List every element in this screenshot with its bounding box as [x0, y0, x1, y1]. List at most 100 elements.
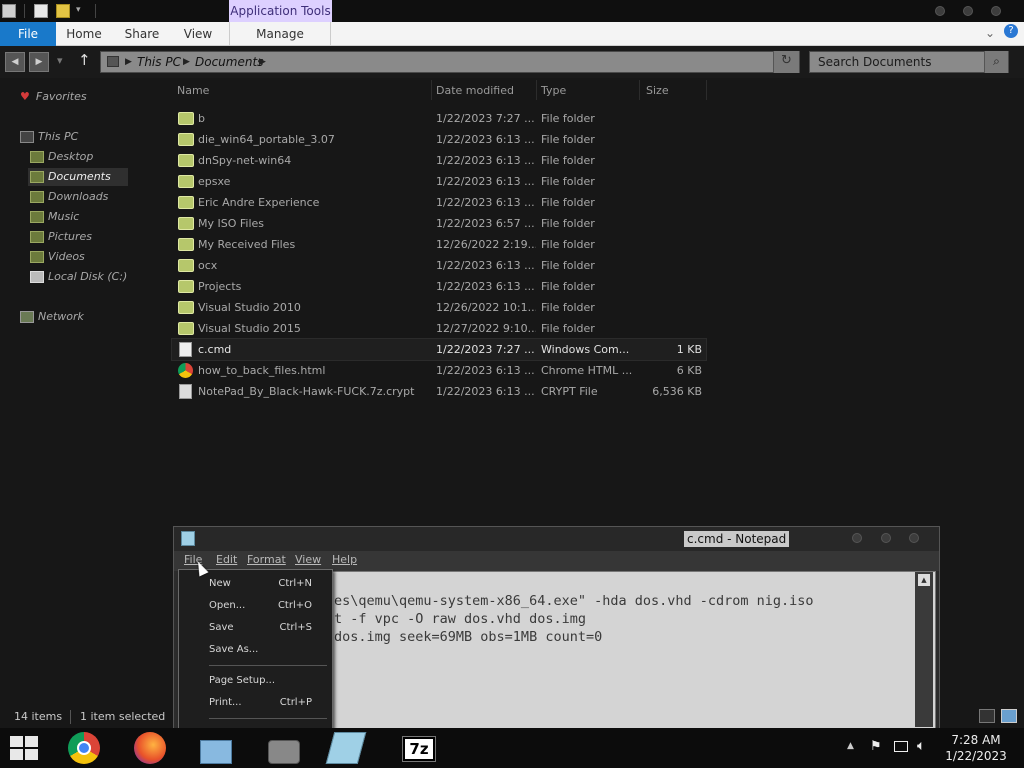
quick-access-dropdown-icon[interactable]: ▾ [76, 5, 81, 15]
tab-view[interactable]: View [176, 22, 220, 46]
show-hidden-icons-icon[interactable]: ▲ [847, 741, 854, 751]
list-item[interactable]: Visual Studio 2010 12/26/2022 10:1... File… [172, 297, 706, 318]
sidebar-item-desktop[interactable]: Desktop [28, 148, 128, 166]
menu-edit[interactable]: Edit [216, 553, 237, 566]
start-button[interactable] [10, 736, 38, 760]
up-arrow-icon[interactable]: ↑ [78, 51, 91, 69]
list-item[interactable]: Visual Studio 2015 12/27/2022 9:10... File… [172, 318, 706, 339]
file-name: Visual Studio 2010 [198, 301, 301, 314]
file-explorer-taskbar-icon[interactable] [200, 740, 232, 764]
sidebar-item-pictures[interactable]: Pictures [28, 228, 128, 246]
file-date: 12/27/2022 9:10... [436, 322, 536, 335]
file-name: dnSpy-net-win64 [198, 154, 292, 167]
list-item[interactable]: epsxe 1/22/2023 6:13 ... File folder [172, 171, 706, 192]
file-date: 12/26/2022 2:19... [436, 238, 536, 251]
back-button[interactable]: ◀ [5, 52, 25, 72]
tab-share[interactable]: Share [120, 22, 164, 46]
clock[interactable]: 7:28 AM 1/22/2023 [940, 732, 1012, 764]
file-size: 6 KB [676, 364, 702, 377]
column-header-type[interactable]: Type [541, 82, 631, 100]
list-item[interactable]: Projects 1/22/2023 6:13 ... File folder [172, 276, 706, 297]
search-input[interactable]: Search Documents ⌕ [809, 51, 1009, 73]
list-item[interactable]: Eric Andre Experience 1/22/2023 6:13 ... F… [172, 192, 706, 213]
refresh-icon[interactable]: ↻ [773, 51, 799, 73]
menu-view[interactable]: View [295, 553, 321, 566]
divider [536, 80, 537, 100]
scroll-up-icon[interactable]: ▲ [918, 574, 930, 586]
notepad-minimize-button[interactable] [852, 533, 862, 543]
properties-icon[interactable] [34, 4, 48, 18]
tab-file[interactable]: File [0, 22, 56, 46]
tab-manage[interactable]: Manage [250, 22, 310, 46]
column-header-name[interactable]: Name [177, 82, 417, 100]
menu-item-page-setup[interactable]: Page Setup... [179, 670, 332, 692]
7zip-taskbar-icon[interactable]: 7z [402, 736, 436, 762]
minimize-button[interactable] [935, 6, 945, 16]
column-header-date[interactable]: Date modified [436, 82, 536, 100]
notepad-taskbar-icon[interactable] [325, 732, 367, 764]
close-button[interactable] [991, 6, 1001, 16]
volume-icon[interactable]: 🔈︎ [917, 738, 925, 754]
menu-item-shortcut: Ctrl+N [278, 578, 312, 589]
file-name: Visual Studio 2015 [198, 322, 301, 335]
file-name: My Received Files [198, 238, 296, 251]
list-item[interactable]: die_win64_portable_3.07 1/22/2023 6:13 ..… [172, 129, 706, 150]
list-item[interactable]: My ISO Files 1/22/2023 6:57 ... File folde… [172, 213, 706, 234]
list-item[interactable]: ocx 1/22/2023 6:13 ... File folder [172, 255, 706, 276]
help-icon[interactable]: ? [1004, 24, 1018, 38]
list-item-selected[interactable]: c.cmd 1/22/2023 7:27 ... Windows Com... 1 K… [171, 338, 707, 361]
firefox-taskbar-icon[interactable] [134, 732, 166, 764]
large-icons-view-icon[interactable] [1001, 709, 1017, 723]
downloads-folder-icon [30, 191, 44, 203]
network-tray-icon[interactable] [894, 741, 908, 752]
details-view-icon[interactable] [979, 709, 995, 723]
menu-format[interactable]: Format [247, 553, 286, 566]
sidebar-item-local-disk[interactable]: Local Disk (C:) [28, 268, 138, 286]
sidebar-item-favorites[interactable]: ♥ Favorites [20, 88, 87, 106]
menu-item-new[interactable]: New Ctrl+N [179, 573, 332, 595]
menu-item-save[interactable]: Save Ctrl+S [179, 617, 332, 639]
action-center-flag-icon[interactable]: ⚑ [870, 739, 882, 754]
expand-ribbon-icon[interactable]: ⌄ [985, 26, 995, 40]
recent-locations-icon[interactable]: ▾ [57, 54, 63, 67]
list-item[interactable]: how_to_back_files.html 1/22/2023 6:13 ...… [172, 360, 706, 381]
new-folder-icon[interactable] [56, 4, 70, 18]
breadcrumb-this-pc[interactable]: This PC [137, 52, 181, 72]
explorer-app-icon[interactable] [2, 4, 16, 18]
folder-icon [178, 301, 194, 314]
sidebar-item-music[interactable]: Music [28, 208, 128, 226]
sidebar-item-downloads[interactable]: Downloads [28, 188, 128, 206]
menu-item-label: Print... [209, 697, 242, 708]
list-item[interactable]: NotePad_By_Black-Hawk-FUCK.7z.crypt 1/22/… [172, 381, 706, 402]
tab-home[interactable]: Home [62, 22, 106, 46]
cmd-file-icon [179, 342, 192, 357]
file-type: File folder [541, 217, 595, 230]
address-bar[interactable]: ▶ This PC ▶ Documents ▶ ↻ [100, 51, 800, 73]
folder-icon [178, 196, 194, 209]
notepad-maximize-button[interactable] [881, 533, 891, 543]
sidebar-item-documents[interactable]: Documents [28, 168, 128, 186]
sidebar-item-label: Pictures [48, 230, 93, 243]
list-item[interactable]: My Received Files 12/26/2022 2:19... File … [172, 234, 706, 255]
sidebar-item-videos[interactable]: Videos [28, 248, 128, 266]
menu-item-save-as[interactable]: Save As... [179, 639, 332, 661]
search-icon[interactable]: ⌕ [984, 51, 1008, 73]
breadcrumb-documents[interactable]: Documents [195, 52, 263, 72]
file-date: 1/22/2023 6:13 ... [436, 364, 535, 377]
list-item[interactable]: b 1/22/2023 7:27 ... File folder [172, 108, 706, 129]
forward-button[interactable]: ▶ [29, 52, 49, 72]
sidebar-item-network[interactable]: Network [20, 308, 84, 326]
divider [330, 22, 331, 46]
menu-help[interactable]: Help [332, 553, 357, 566]
app-taskbar-icon[interactable] [268, 740, 300, 764]
sidebar-item-label: Network [38, 310, 84, 323]
maximize-button[interactable] [963, 6, 973, 16]
sidebar-item-this-pc[interactable]: This PC [20, 128, 78, 146]
menu-item-open[interactable]: Open... Ctrl+O [179, 595, 332, 617]
menu-item-print[interactable]: Print... Ctrl+P [179, 692, 332, 714]
chrome-taskbar-icon[interactable] [68, 732, 100, 764]
notepad-close-button[interactable] [909, 533, 919, 543]
column-header-size[interactable]: Size [646, 82, 706, 100]
list-item[interactable]: dnSpy-net-win64 1/22/2023 6:13 ... File fo… [172, 150, 706, 171]
vertical-scrollbar[interactable]: ▲ [915, 572, 933, 727]
